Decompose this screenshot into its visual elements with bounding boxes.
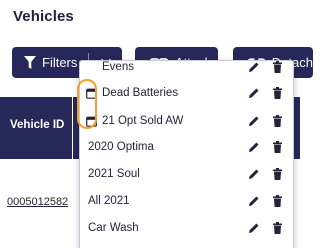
dropdown-item[interactable]: 21 Opt Sold AW	[80, 111, 293, 131]
pencil-icon[interactable]	[248, 195, 260, 207]
pencil-icon[interactable]	[248, 141, 260, 153]
column-divider	[72, 97, 73, 159]
dropdown-item-label: 2020 Optima	[88, 141, 154, 153]
dropdown-item-label: All 2021	[88, 195, 130, 207]
dropdown-item-label: Dead Batteries	[102, 87, 179, 99]
trash-icon[interactable]	[272, 168, 283, 180]
page-title: Vehicles	[13, 8, 74, 25]
dropdown-item[interactable]: Evens	[80, 61, 293, 77]
trash-icon[interactable]	[272, 61, 283, 73]
dropdown-item-label: Evens	[102, 61, 134, 73]
funnel-icon	[24, 55, 36, 69]
dropdown-item-label: Car Wash	[88, 222, 139, 234]
dropdown-item[interactable]: 2021 Soul	[80, 164, 293, 184]
filters-button-label: Filters	[42, 55, 78, 70]
pencil-icon[interactable]	[248, 87, 260, 99]
pencil-icon[interactable]	[248, 168, 260, 180]
trash-icon[interactable]	[272, 87, 283, 99]
pencil-icon[interactable]	[248, 115, 260, 127]
annotation-highlight-ring	[77, 79, 97, 129]
trash-icon[interactable]	[272, 195, 283, 207]
trash-icon[interactable]	[272, 222, 283, 234]
column-header-vehicle-id[interactable]: Vehicle ID	[10, 119, 64, 131]
dropdown-item[interactable]: Dead Batteries	[80, 83, 293, 103]
vehicle-id-link[interactable]: 0005012582	[7, 196, 68, 208]
pencil-icon[interactable]	[248, 61, 260, 73]
saved-filters-dropdown: Evens Dead Batteries 21 Opt Sold AW 2020…	[79, 60, 294, 248]
dropdown-item-label: 2021 Soul	[88, 168, 140, 180]
dropdown-item[interactable]: Car Wash	[80, 218, 293, 238]
dropdown-item[interactable]: 2020 Optima	[80, 137, 293, 157]
pencil-icon[interactable]	[248, 222, 260, 234]
trash-icon[interactable]	[272, 141, 283, 153]
trash-icon[interactable]	[272, 115, 283, 127]
dropdown-item[interactable]: All 2021	[80, 191, 293, 211]
dropdown-item-label: 21 Opt Sold AW	[102, 115, 184, 127]
